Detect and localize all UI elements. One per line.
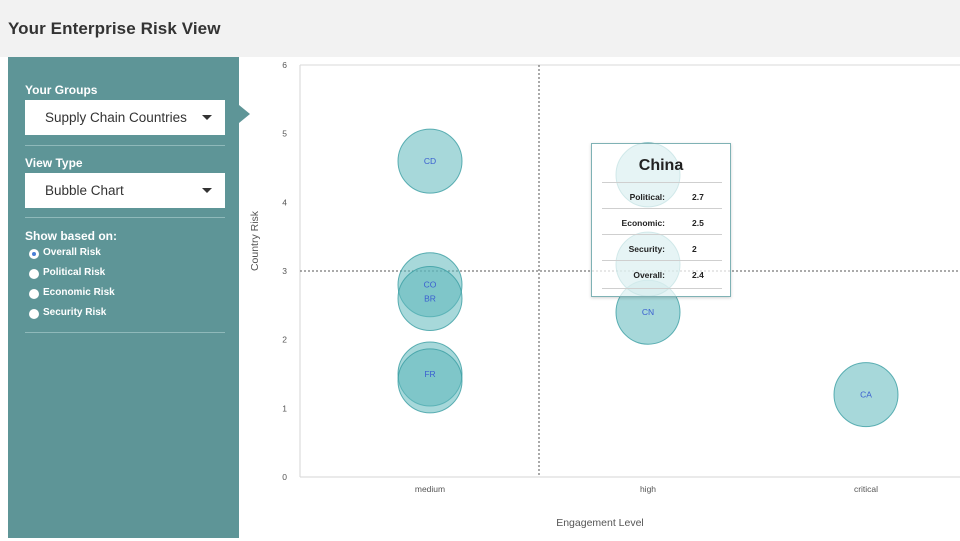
divider <box>25 217 225 218</box>
tooltip-key: Security: <box>628 244 665 254</box>
groups-label: Your Groups <box>25 83 98 97</box>
x-axis-title: Engagement Level <box>556 517 644 529</box>
tooltip-row-political: Political: 2.7 <box>602 182 722 209</box>
page-title: Your Enterprise Risk View <box>8 19 221 38</box>
tooltip-value: 2.7 <box>692 192 704 202</box>
y-axis-title: Country Risk <box>249 210 261 271</box>
tooltip-value: 2.4 <box>692 270 704 280</box>
tooltip-row-security: Security: 2 <box>602 234 722 261</box>
tooltip-value: 2.5 <box>692 218 704 228</box>
radio-label: Political Risk <box>43 267 106 278</box>
radio-button[interactable] <box>29 289 39 299</box>
y-tick-label: 4 <box>282 197 287 207</box>
show-based-on-label: Show based on: <box>25 229 118 243</box>
country-tooltip: China Political: 2.7 Economic: 2.5 Secur… <box>591 143 731 297</box>
groups-dropdown[interactable]: Supply Chain Countries <box>25 100 225 135</box>
chevron-down-icon <box>202 188 212 193</box>
divider <box>25 332 225 333</box>
view-type-dropdown[interactable]: Bubble Chart <box>25 173 225 208</box>
y-tick-label: 0 <box>282 472 287 482</box>
view-type-dropdown-value: Bubble Chart <box>45 183 124 198</box>
radio-label: Overall Risk <box>43 247 101 258</box>
sidebar: Your Groups Supply Chain Countries View … <box>8 57 239 538</box>
radio-button[interactable] <box>29 309 39 319</box>
bubble-label: BR <box>424 293 436 303</box>
tooltip-row-overall: Overall: 2.4 <box>602 260 722 287</box>
radio-label: Security Risk <box>43 307 107 318</box>
tooltip-key: Overall: <box>633 270 665 280</box>
bubble-label: CN <box>642 307 654 317</box>
bubble-chart: 0 1 2 3 4 5 6 medium high critical Engagement Leve… <box>249 60 960 529</box>
y-tick-label: 5 <box>282 129 287 139</box>
bubble-label: CD <box>424 156 436 166</box>
divider <box>25 145 225 146</box>
groups-dropdown-value: Supply Chain Countries <box>45 110 187 125</box>
radio-button[interactable] <box>29 249 39 259</box>
y-tick-label: 3 <box>282 266 287 276</box>
x-tick-label: high <box>640 484 656 494</box>
y-tick-label: 1 <box>282 403 287 413</box>
chevron-down-icon <box>202 115 212 120</box>
tooltip-title: China <box>638 157 684 174</box>
bubble <box>397 348 463 414</box>
y-tick-label: 2 <box>282 335 287 345</box>
bubble-label: CA <box>860 390 872 400</box>
view-type-label: View Type <box>25 156 83 170</box>
y-tick-label: 6 <box>282 60 287 70</box>
x-tick-label: medium <box>415 484 445 494</box>
x-tick-label: critical <box>854 484 878 494</box>
divider <box>602 288 722 289</box>
tooltip-value: 2 <box>692 244 697 254</box>
header-bar: Your Enterprise Risk View <box>0 0 960 57</box>
radio-button[interactable] <box>29 269 39 279</box>
tooltip-key: Political: <box>629 192 665 202</box>
tooltip-key: Economic: <box>621 218 665 228</box>
radio-label: Economic Risk <box>43 287 115 298</box>
bubble-label: FR <box>424 369 435 379</box>
tooltip-row-economic: Economic: 2.5 <box>602 208 722 235</box>
bubble-label: CO <box>424 280 437 290</box>
